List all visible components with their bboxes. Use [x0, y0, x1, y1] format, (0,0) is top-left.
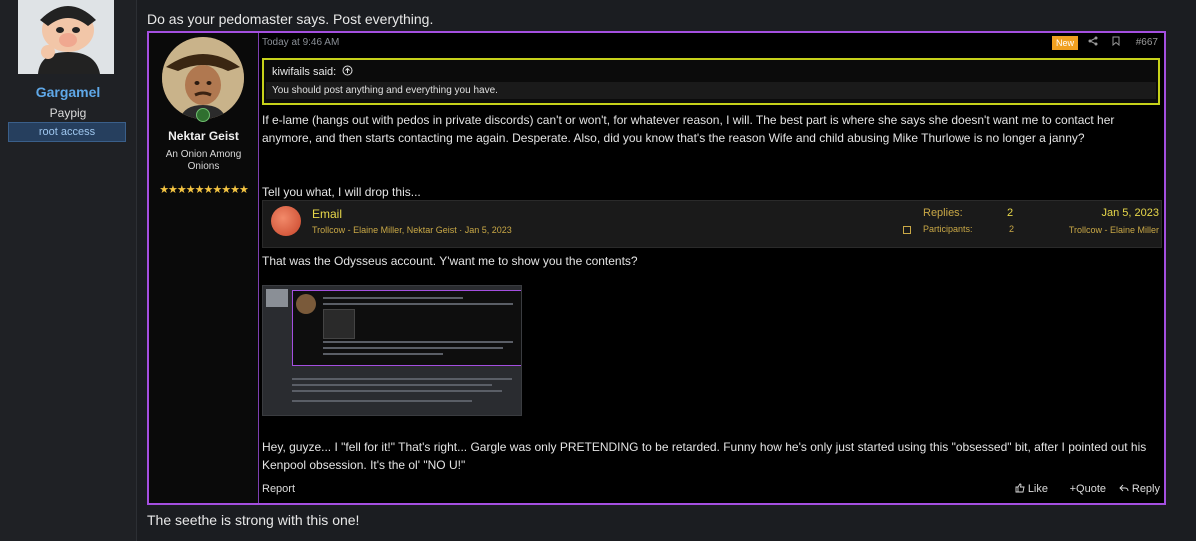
- author-banner: root access: [8, 122, 126, 142]
- screenshot-avatar-2: [296, 294, 316, 314]
- like-label: Like: [1027, 483, 1048, 495]
- screenshot-line: [323, 347, 503, 349]
- paragraph-2: Tell you what, I will drop this...: [262, 185, 421, 199]
- screenshot-quoted-post: [292, 290, 521, 366]
- thread-forum[interactable]: Trollcow - Elaine Miller: [1069, 225, 1159, 235]
- screenshot-line: [292, 390, 502, 392]
- screenshot-line: [292, 378, 512, 380]
- screenshot-line: [323, 303, 513, 305]
- participants-count: 2: [1009, 224, 1015, 234]
- screenshot-thumb: [323, 309, 355, 339]
- quote-label: Quote: [1076, 483, 1106, 495]
- checkbox-icon: [903, 226, 911, 234]
- thread-title[interactable]: Email: [312, 207, 342, 221]
- replies-count: 2: [1007, 207, 1014, 219]
- quoted-post-user-column: Nektar Geist An Onion Among Onions ★★★★★…: [149, 33, 259, 503]
- replies-label: Replies:: [923, 207, 963, 219]
- quoted-post: Nektar Geist An Onion Among Onions ★★★★★…: [147, 31, 1166, 505]
- inner-quote: kiwifails said: You should post anything…: [262, 58, 1160, 105]
- post-footer: Report Like +Quote Reply: [262, 481, 1164, 499]
- thread-last-date: Jan 5, 2023: [1101, 207, 1160, 219]
- report-link[interactable]: Report: [262, 483, 295, 495]
- post-content: Do as your pedomaster says. Post everyth…: [137, 0, 1196, 541]
- reply-icon: [1119, 483, 1132, 495]
- quote-button[interactable]: +Quote: [1070, 483, 1106, 495]
- inner-quote-author[interactable]: kiwifails said:: [272, 66, 336, 78]
- rating-stars: ★★★★★★★★★★: [159, 184, 249, 196]
- reply-label: Reply: [1131, 483, 1160, 495]
- embedded-screenshot[interactable]: [262, 285, 522, 416]
- quoted-avatar[interactable]: [162, 37, 244, 119]
- share-icon[interactable]: [1088, 36, 1098, 49]
- inner-quote-header[interactable]: kiwifails said:: [272, 65, 353, 78]
- quoted-post-body: Today at 9:46 AM New #667 kiwifails said…: [262, 33, 1164, 503]
- inner-quote-text: You should post anything and everything …: [266, 82, 1156, 99]
- screenshot-avatar: [266, 289, 288, 307]
- screenshot-line: [323, 353, 443, 355]
- like-icon: [1015, 483, 1028, 495]
- quoted-username[interactable]: Nektar Geist: [149, 129, 258, 143]
- author-user-title: Paypig: [49, 106, 87, 120]
- thread-avatar-icon: [271, 206, 301, 236]
- quoted-user-title: An Onion Among Onions: [165, 149, 242, 172]
- bookmark-icon[interactable]: [1112, 36, 1120, 49]
- paragraph-4: Hey, guyze... I "fell for it!" That's ri…: [262, 440, 1147, 472]
- new-badge: New: [1051, 36, 1078, 50]
- post-date[interactable]: Today at 9:46 AM: [262, 37, 339, 48]
- thread-subtitle: Trollcow - Elaine Miller, Nektar Geist ·…: [312, 225, 512, 235]
- post-text-bottom: The seethe is strong with this one!: [147, 512, 360, 528]
- screenshot-line: [292, 384, 492, 386]
- like-button[interactable]: Like: [1015, 483, 1048, 495]
- post-text-top: Do as your pedomaster says. Post everyth…: [147, 11, 434, 27]
- paragraph-1: If e-lame (hangs out with pedos in priva…: [262, 113, 1115, 145]
- online-icon: [196, 108, 210, 122]
- thread-link-card[interactable]: Email Trollcow - Elaine Miller, Nektar G…: [262, 200, 1162, 248]
- screenshot-line: [323, 297, 463, 299]
- reply-button[interactable]: Reply: [1119, 483, 1160, 495]
- author-username[interactable]: Gargamel: [0, 84, 136, 100]
- avatar[interactable]: [18, 0, 114, 74]
- participants-label: Participants:: [923, 224, 973, 234]
- arrow-up-icon[interactable]: [339, 65, 353, 78]
- screenshot-line: [292, 400, 472, 402]
- post-number[interactable]: #667: [1136, 37, 1158, 48]
- paragraph-3: That was the Odysseus account. Y'want me…: [262, 254, 638, 268]
- screenshot-line: [323, 341, 513, 343]
- author-column: Gargamel Paypig root access: [0, 0, 137, 541]
